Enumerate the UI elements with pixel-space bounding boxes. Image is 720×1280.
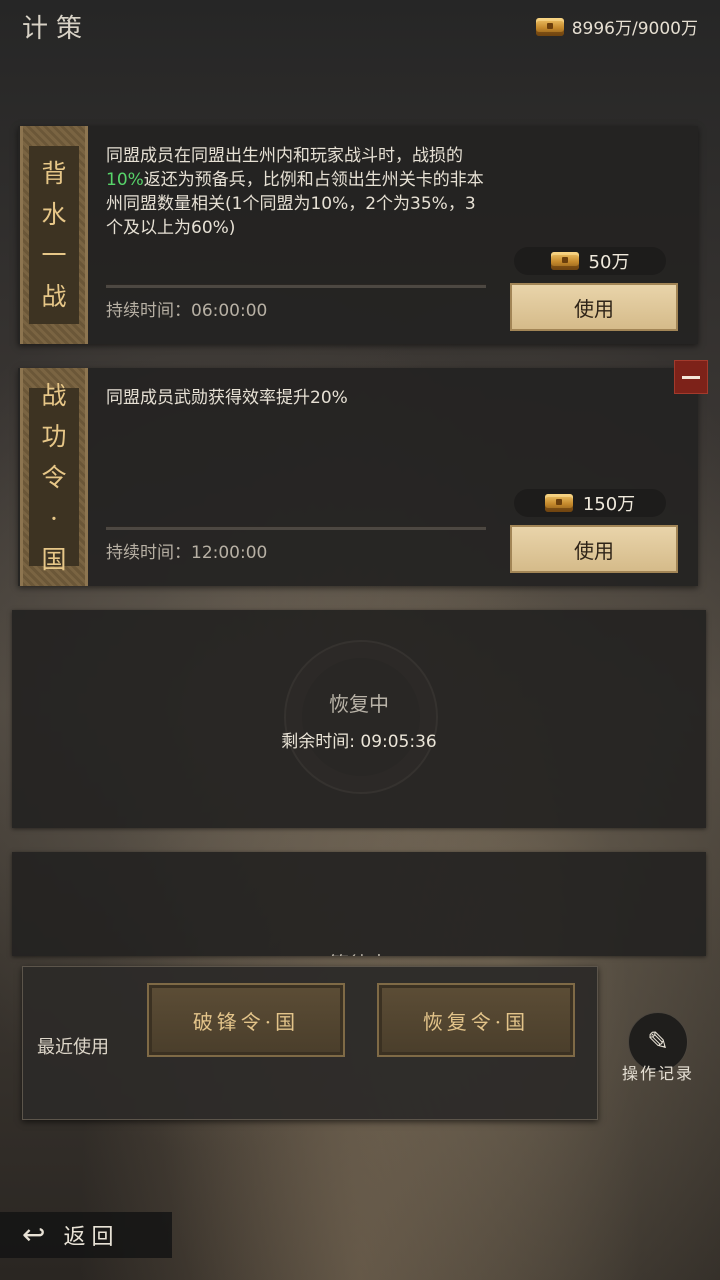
gold-chest-icon bbox=[544, 494, 573, 512]
side-char: 功 bbox=[41, 421, 67, 451]
side-char: 战 bbox=[41, 282, 67, 311]
side-char: 国 bbox=[41, 544, 67, 574]
divider bbox=[106, 526, 486, 530]
back-arrow-icon: ↩ bbox=[22, 1218, 46, 1251]
gold-chest-icon bbox=[535, 17, 564, 36]
waiting-title: 等待中 bbox=[12, 948, 706, 956]
side-char: 令 bbox=[41, 462, 67, 492]
side-char: 水 bbox=[41, 200, 67, 229]
back-button[interactable]: ↩ 返回 bbox=[0, 1212, 172, 1258]
price-tag: 150万 bbox=[514, 489, 666, 517]
price-value: 50万 bbox=[588, 252, 630, 273]
desc-highlight: 10% bbox=[106, 170, 144, 190]
page-title: 计策 bbox=[22, 14, 91, 44]
gold-chest-icon bbox=[550, 252, 579, 270]
card-description: 同盟成员在同盟出生州内和玩家战斗时，战损的 10%返还为预备兵，比例和占领出生州关… bbox=[106, 144, 486, 240]
operation-log-label: 操作记录 bbox=[621, 1064, 694, 1083]
duration-text: 持续时间：12:00:00 bbox=[106, 543, 268, 563]
side-char: 战 bbox=[41, 380, 67, 410]
duration-text: 持续时间：06:00:00 bbox=[106, 301, 268, 321]
recovering-title: 恢复中 bbox=[329, 692, 389, 716]
recent-item-pofeng[interactable]: 破锋令·国 bbox=[147, 983, 345, 1057]
recent-use-panel: 最近使用 破锋令·国 恢复令·国 bbox=[22, 966, 598, 1120]
strategy-card-zhangong: 战 功 令 · 国 同盟成员武勋获得效率提升20% 150万 持续时间：12:0… bbox=[18, 368, 698, 586]
divider bbox=[106, 284, 486, 288]
card-side-banner: 背 水 一 战 bbox=[20, 126, 88, 344]
recent-label: 最近使用 bbox=[37, 1037, 109, 1058]
back-label: 返回 bbox=[63, 1225, 120, 1250]
operation-log-button[interactable]: ✎ 操作记录 bbox=[620, 1012, 696, 1084]
recent-item-huifu[interactable]: 恢复令·国 bbox=[377, 983, 575, 1057]
side-char: · bbox=[50, 503, 58, 533]
card-side-banner: 战 功 令 · 国 bbox=[20, 368, 88, 586]
side-char: 一 bbox=[41, 241, 67, 270]
waiting-panel: 等待中 bbox=[12, 852, 706, 956]
use-button[interactable]: 使用 bbox=[510, 525, 678, 573]
seal-emblem-icon bbox=[284, 640, 438, 794]
price-tag: 50万 bbox=[514, 247, 666, 275]
use-button[interactable]: 使用 bbox=[510, 283, 678, 331]
gold-counter: 8996万/9000万 bbox=[535, 14, 698, 39]
remaining-time: 剩余时间: 09:05:36 bbox=[281, 732, 437, 752]
recovering-panel: 恢复中 剩余时间: 09:05:36 bbox=[12, 610, 706, 828]
desc-text: 同盟成员在同盟出生州内和玩家战斗时，战损的 bbox=[106, 146, 463, 166]
desc-text: 返还为预备兵，比例和占领出生州关卡的非本州同盟数量相关(1个同盟为10%，2个为… bbox=[106, 170, 484, 238]
card-description: 同盟成员武勋获得效率提升20% bbox=[106, 388, 348, 408]
collapse-tab-icon[interactable] bbox=[674, 360, 708, 394]
side-char: 背 bbox=[41, 159, 67, 188]
gold-amount: 8996万/9000万 bbox=[571, 19, 698, 39]
price-value: 150万 bbox=[582, 494, 636, 515]
strategy-card-beishui: 背 水 一 战 同盟成员在同盟出生州内和玩家战斗时，战损的 10%返还为预备兵，比… bbox=[18, 126, 698, 344]
